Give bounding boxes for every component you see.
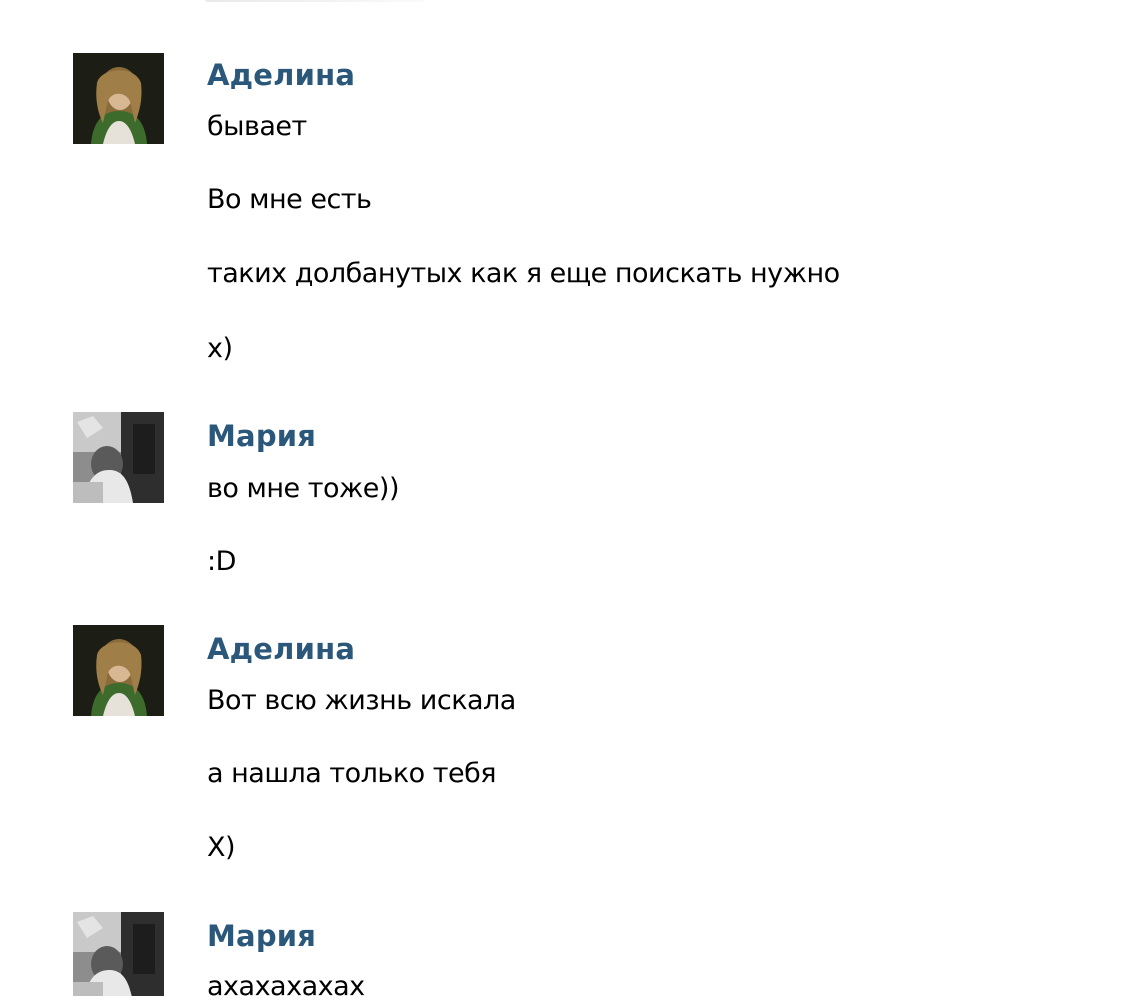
message-author[interactable]: Аделина [207,632,355,666]
message-text: х) [207,333,233,364]
avatar-maria-icon[interactable] [73,412,164,503]
message-text: бывает [207,111,307,142]
cut-off-previous-message [205,0,435,8]
avatar-adelina-icon[interactable] [73,625,164,716]
message-text: ахахахахах [207,971,365,1002]
message-text: Во мне есть [207,184,372,215]
message-author[interactable]: Аделина [207,58,355,92]
chat-history: Аделина бывает Во мне есть таких долбану… [0,0,1123,1002]
message-text: таких долбанутых как я еще поискать нужн… [207,258,840,289]
message-text: а нашла только тебя [207,758,496,789]
message-text: Вот всю жизнь искала [207,685,516,716]
message-text: :D [207,546,236,577]
message-text: Х) [207,832,236,863]
avatar-adelina-icon[interactable] [73,53,164,144]
message-text: во мне тоже)) [207,473,399,504]
avatar-maria-icon[interactable] [73,912,164,996]
message-author[interactable]: Мария [207,419,316,453]
message-author[interactable]: Мария [207,919,316,953]
